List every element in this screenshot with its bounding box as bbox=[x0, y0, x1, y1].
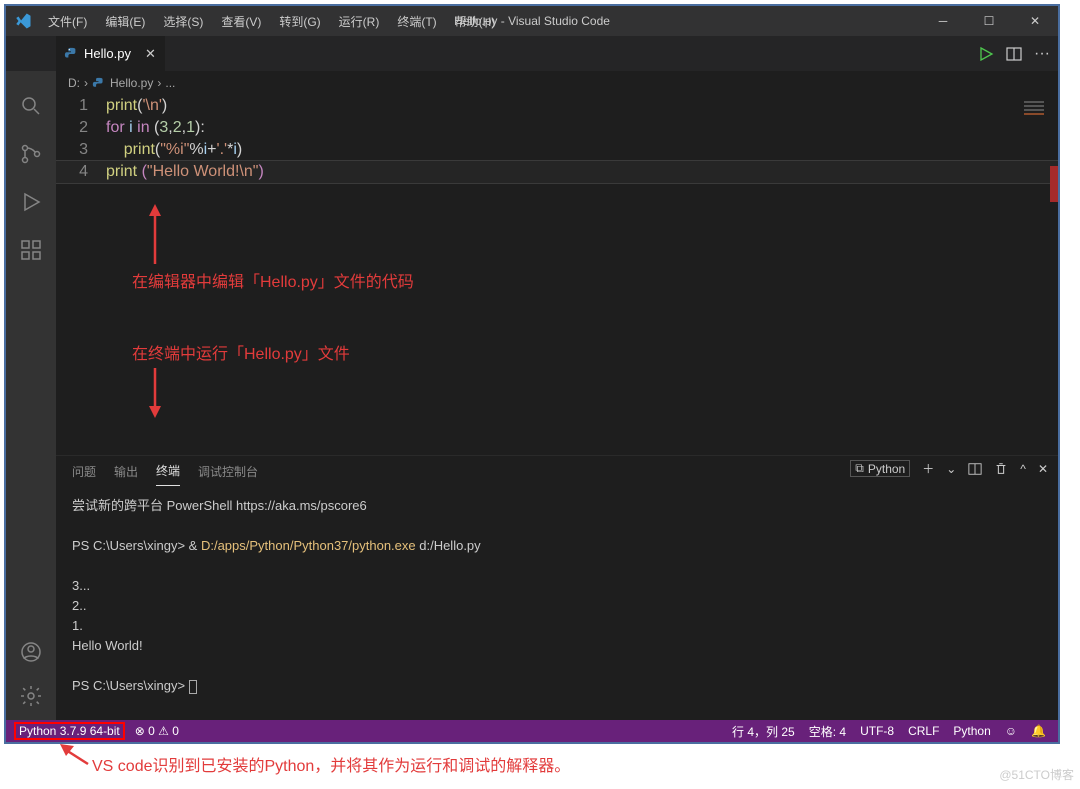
terminal-content[interactable]: 尝试新的跨平台 PowerShell https://aka.ms/pscore… bbox=[56, 486, 1058, 706]
status-language[interactable]: Python bbox=[953, 724, 990, 738]
menu-bar: 文件(F) 编辑(E) 选择(S) 查看(V) 转到(G) 运行(R) 终端(T… bbox=[40, 9, 503, 34]
search-icon[interactable] bbox=[19, 94, 43, 118]
title-bar: 文件(F) 编辑(E) 选择(S) 查看(V) 转到(G) 运行(R) 终端(T… bbox=[6, 6, 1058, 36]
vscode-window: 文件(F) 编辑(E) 选择(S) 查看(V) 转到(G) 运行(R) 终端(T… bbox=[4, 4, 1060, 744]
panel-tab-problems[interactable]: 问题 bbox=[72, 457, 96, 486]
status-encoding[interactable]: UTF-8 bbox=[860, 724, 894, 738]
menu-file[interactable]: 文件(F) bbox=[40, 9, 95, 34]
arrow-down-icon bbox=[145, 368, 165, 418]
run-file-icon[interactable] bbox=[978, 46, 994, 62]
editor-tab-bar: Hello.py ✕ ··· bbox=[6, 36, 1058, 71]
activity-bar bbox=[6, 36, 56, 720]
extensions-icon[interactable] bbox=[19, 238, 43, 262]
status-bar: Python 3.7.9 64-bit ⊗ 0 ⚠ 0 行 4，列 25 空格:… bbox=[6, 720, 1058, 742]
menu-terminal[interactable]: 终端(T) bbox=[389, 9, 444, 34]
debug-icon[interactable] bbox=[19, 190, 43, 214]
split-terminal-icon[interactable] bbox=[968, 462, 982, 476]
arrow-up-left-icon bbox=[60, 744, 90, 774]
breadcrumb-drive: D: bbox=[68, 76, 80, 90]
close-button[interactable]: ✕ bbox=[1012, 6, 1058, 36]
python-file-icon bbox=[64, 47, 78, 61]
annotation-bottom: VS code识别到已安装的Python，并将其作为运行和调试的解释器。 bbox=[92, 752, 570, 776]
annotation-run: 在终端中运行「Hello.py」文件 bbox=[132, 340, 350, 364]
arrow-up-icon bbox=[145, 204, 165, 264]
chevron-right-icon: › bbox=[84, 76, 88, 90]
maximize-button[interactable]: ☐ bbox=[966, 6, 1012, 36]
vscode-logo-icon bbox=[14, 12, 32, 30]
account-icon[interactable] bbox=[19, 640, 43, 664]
more-actions-icon[interactable]: ··· bbox=[1034, 45, 1050, 63]
status-eol[interactable]: CRLF bbox=[908, 724, 939, 738]
window-title: Hello.py - Visual Studio Code bbox=[454, 14, 610, 28]
breadcrumb-more: ... bbox=[165, 76, 175, 90]
watermark: @51CTO博客 bbox=[999, 766, 1074, 783]
window-controls: ─ ☐ ✕ bbox=[920, 6, 1058, 36]
trash-icon[interactable] bbox=[994, 462, 1008, 476]
tab-hello-py[interactable]: Hello.py ✕ bbox=[56, 36, 166, 71]
status-indentation[interactable]: 空格: 4 bbox=[809, 723, 846, 740]
split-editor-icon[interactable] bbox=[1006, 46, 1022, 62]
status-python-interpreter[interactable]: Python 3.7.9 64-bit bbox=[14, 722, 125, 740]
menu-run[interactable]: 运行(R) bbox=[331, 9, 388, 34]
breadcrumb-file: Hello.py bbox=[110, 76, 153, 90]
panel-tabs: 问题 输出 终端 调试控制台 ⧉Python ＋ ⌄ ^ ✕ bbox=[56, 456, 1058, 486]
minimap[interactable] bbox=[1024, 101, 1044, 181]
panel-tab-debug-console[interactable]: 调试控制台 bbox=[198, 457, 258, 486]
python-file-icon bbox=[92, 77, 106, 90]
panel-tab-output[interactable]: 输出 bbox=[114, 457, 138, 486]
status-feedback-icon[interactable]: ☺ bbox=[1005, 724, 1017, 738]
editor-actions: ··· bbox=[978, 36, 1050, 71]
menu-goto[interactable]: 转到(G) bbox=[271, 9, 328, 34]
status-bell-icon[interactable]: 🔔 bbox=[1031, 724, 1046, 738]
tab-close-icon[interactable]: ✕ bbox=[145, 46, 156, 62]
close-panel-icon[interactable]: ✕ bbox=[1038, 462, 1048, 476]
status-errors-warnings[interactable]: ⊗ 0 ⚠ 0 bbox=[135, 724, 179, 738]
bottom-panel: 问题 输出 终端 调试控制台 ⧉Python ＋ ⌄ ^ ✕ 尝试新的跨平台 P… bbox=[56, 455, 1058, 720]
menu-select[interactable]: 选择(S) bbox=[155, 9, 211, 34]
panel-tab-terminal[interactable]: 终端 bbox=[156, 456, 180, 486]
scroll-indicator bbox=[1050, 166, 1058, 202]
annotation-edit: 在编辑器中编辑「Hello.py」文件的代码 bbox=[132, 268, 414, 292]
scm-icon[interactable] bbox=[19, 142, 43, 166]
chevron-down-icon[interactable]: ⌄ bbox=[946, 462, 956, 476]
terminal-icon: ⧉ bbox=[855, 461, 864, 476]
new-terminal-icon[interactable]: ＋ bbox=[922, 460, 934, 477]
settings-gear-icon[interactable] bbox=[19, 684, 43, 708]
tab-filename: Hello.py bbox=[84, 46, 131, 61]
terminal-profile-badge[interactable]: ⧉Python bbox=[850, 460, 910, 477]
menu-view[interactable]: 查看(V) bbox=[213, 9, 269, 34]
menu-edit[interactable]: 编辑(E) bbox=[97, 9, 153, 34]
minimize-button[interactable]: ─ bbox=[920, 6, 966, 36]
status-cursor-position[interactable]: 行 4，列 25 bbox=[732, 723, 795, 740]
maximize-panel-icon[interactable]: ^ bbox=[1020, 462, 1026, 476]
chevron-right-icon: › bbox=[157, 76, 161, 90]
panel-actions: ⧉Python ＋ ⌄ ^ ✕ bbox=[850, 460, 1048, 477]
breadcrumbs[interactable]: D: › Hello.py › ... bbox=[6, 71, 1058, 95]
